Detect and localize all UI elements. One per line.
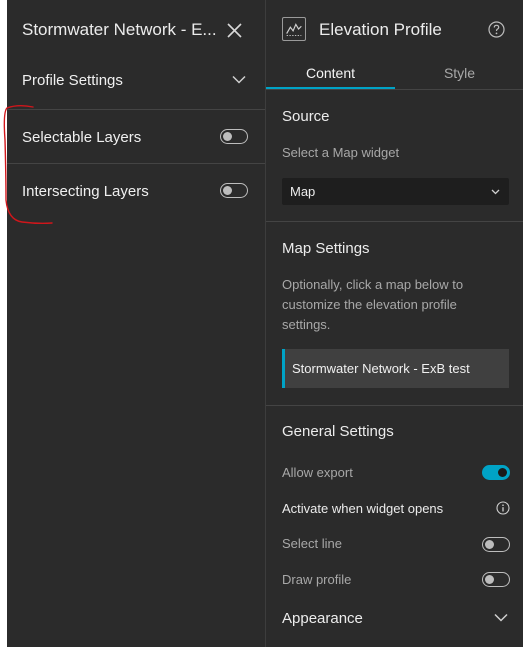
profile-settings-section[interactable]: Profile Settings	[7, 60, 265, 100]
allow-export-label: Allow export	[282, 465, 353, 480]
source-heading: Source	[282, 108, 330, 125]
select-line-label: Select line	[282, 536, 342, 551]
divider	[7, 163, 265, 164]
map-item-label: Stormwater Network - ExB test	[292, 361, 470, 376]
activate-when-opens-label: Activate when widget opens	[282, 501, 444, 516]
profile-settings-label: Profile Settings	[22, 71, 123, 89]
map-item[interactable]: Stormwater Network - ExB test	[282, 349, 509, 388]
select-map-label: Select a Map widget	[282, 145, 400, 160]
elevation-profile-icon	[282, 17, 306, 41]
selectable-layers-toggle[interactable]	[220, 129, 248, 144]
divider	[266, 405, 523, 406]
info-icon[interactable]	[496, 501, 510, 515]
intersecting-layers-toggle[interactable]	[220, 183, 248, 198]
map-settings-heading: Map Settings	[282, 240, 370, 257]
toggle-knob	[223, 185, 232, 195]
toggle-knob	[485, 539, 494, 549]
divider	[266, 89, 523, 90]
tab-style[interactable]: Style	[395, 60, 523, 89]
settings-panel-right: Elevation Profile Content Style Source S…	[265, 0, 523, 647]
select-line-toggle[interactable]	[482, 537, 510, 552]
appearance-section[interactable]: Appearance	[282, 610, 363, 627]
divider	[266, 221, 523, 222]
tab-content[interactable]: Content	[266, 60, 395, 89]
map-settings-description: Optionally, click a map below to customi…	[282, 277, 464, 332]
widget-title: Stormwater Network - E...	[22, 20, 217, 39]
toggle-knob	[223, 131, 232, 141]
allow-export-toggle[interactable]	[482, 465, 510, 480]
map-select-value: Map	[290, 184, 316, 199]
selectable-layers-label: Selectable Layers	[22, 128, 142, 146]
toggle-knob	[485, 574, 494, 584]
widget-title: Elevation Profile	[319, 20, 442, 39]
chevron-down-icon	[491, 189, 500, 195]
draw-profile-toggle[interactable]	[482, 572, 510, 587]
chevron-down-icon[interactable]	[494, 613, 508, 622]
general-settings-heading: General Settings	[282, 423, 394, 440]
divider	[7, 109, 265, 110]
map-widget-select[interactable]: Map	[282, 178, 509, 205]
draw-profile-label: Draw profile	[282, 572, 352, 587]
help-icon[interactable]	[488, 21, 505, 38]
intersecting-layers-label: Intersecting Layers	[22, 182, 149, 200]
close-icon[interactable]	[226, 22, 243, 39]
toggle-knob	[498, 467, 507, 477]
settings-panel-left: Stormwater Network - E... Profile Settin…	[7, 0, 265, 647]
chevron-down-icon[interactable]	[232, 75, 246, 84]
